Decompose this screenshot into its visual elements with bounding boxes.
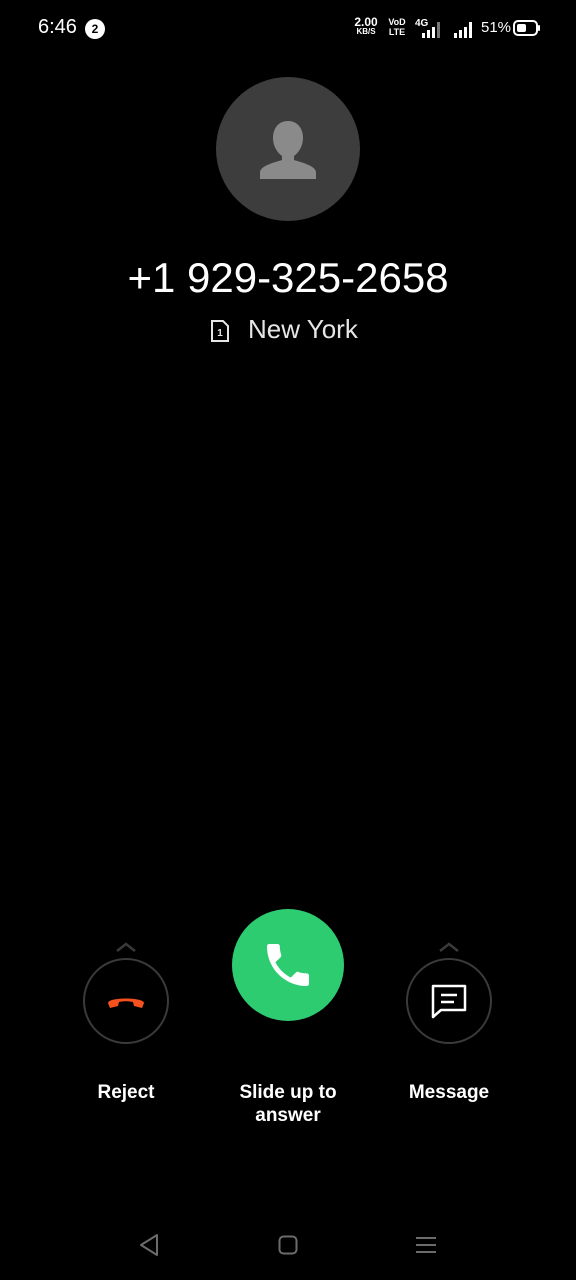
answer-label-line2: answer bbox=[255, 1105, 321, 1126]
network-speed-unit: KB/S bbox=[356, 27, 376, 36]
recents-menu-icon[interactable] bbox=[415, 1235, 437, 1255]
message-button[interactable] bbox=[406, 958, 492, 1044]
message-icon bbox=[431, 984, 467, 1019]
battery-percent: 51% bbox=[481, 19, 512, 36]
message-label: Message bbox=[408, 1082, 490, 1103]
phone-icon bbox=[267, 944, 309, 986]
sim-slot-number: 1 bbox=[217, 328, 223, 339]
sim-card-icon: 1 bbox=[211, 320, 229, 342]
answer-button[interactable] bbox=[232, 909, 344, 1021]
caller-number: +1 929-325-2658 bbox=[127, 254, 449, 301]
answer-label: Slide up to answer bbox=[208, 1081, 368, 1127]
person-icon bbox=[260, 121, 316, 179]
status-time: 6:46 bbox=[38, 16, 77, 38]
volte-bottom: LTE bbox=[388, 27, 406, 37]
chevron-up-icon bbox=[439, 942, 459, 952]
reject-button[interactable] bbox=[83, 958, 169, 1044]
signal-strength-icon bbox=[422, 22, 440, 38]
network-speed-value: 2.00 bbox=[354, 15, 378, 29]
battery-icon bbox=[513, 20, 540, 36]
volte-indicator: VoD LTE bbox=[386, 17, 408, 37]
hang-up-icon bbox=[108, 998, 144, 1008]
volte-top: VoD bbox=[388, 17, 406, 27]
status-bar: 6:46 2 2.00 KB/S VoD LTE 4G 51% bbox=[0, 0, 576, 56]
signal-strength-icon-sim2 bbox=[454, 22, 472, 38]
notification-count-badge: 2 bbox=[85, 19, 105, 39]
caller-avatar bbox=[216, 77, 360, 221]
chevron-up-icon bbox=[116, 942, 136, 952]
back-icon[interactable] bbox=[138, 1233, 160, 1257]
reject-label: Reject bbox=[97, 1082, 155, 1103]
network-speed: 2.00 KB/S bbox=[352, 15, 380, 37]
home-icon[interactable] bbox=[278, 1235, 298, 1255]
answer-label-line1: Slide up to bbox=[239, 1082, 337, 1103]
caller-location: New York bbox=[248, 314, 358, 344]
